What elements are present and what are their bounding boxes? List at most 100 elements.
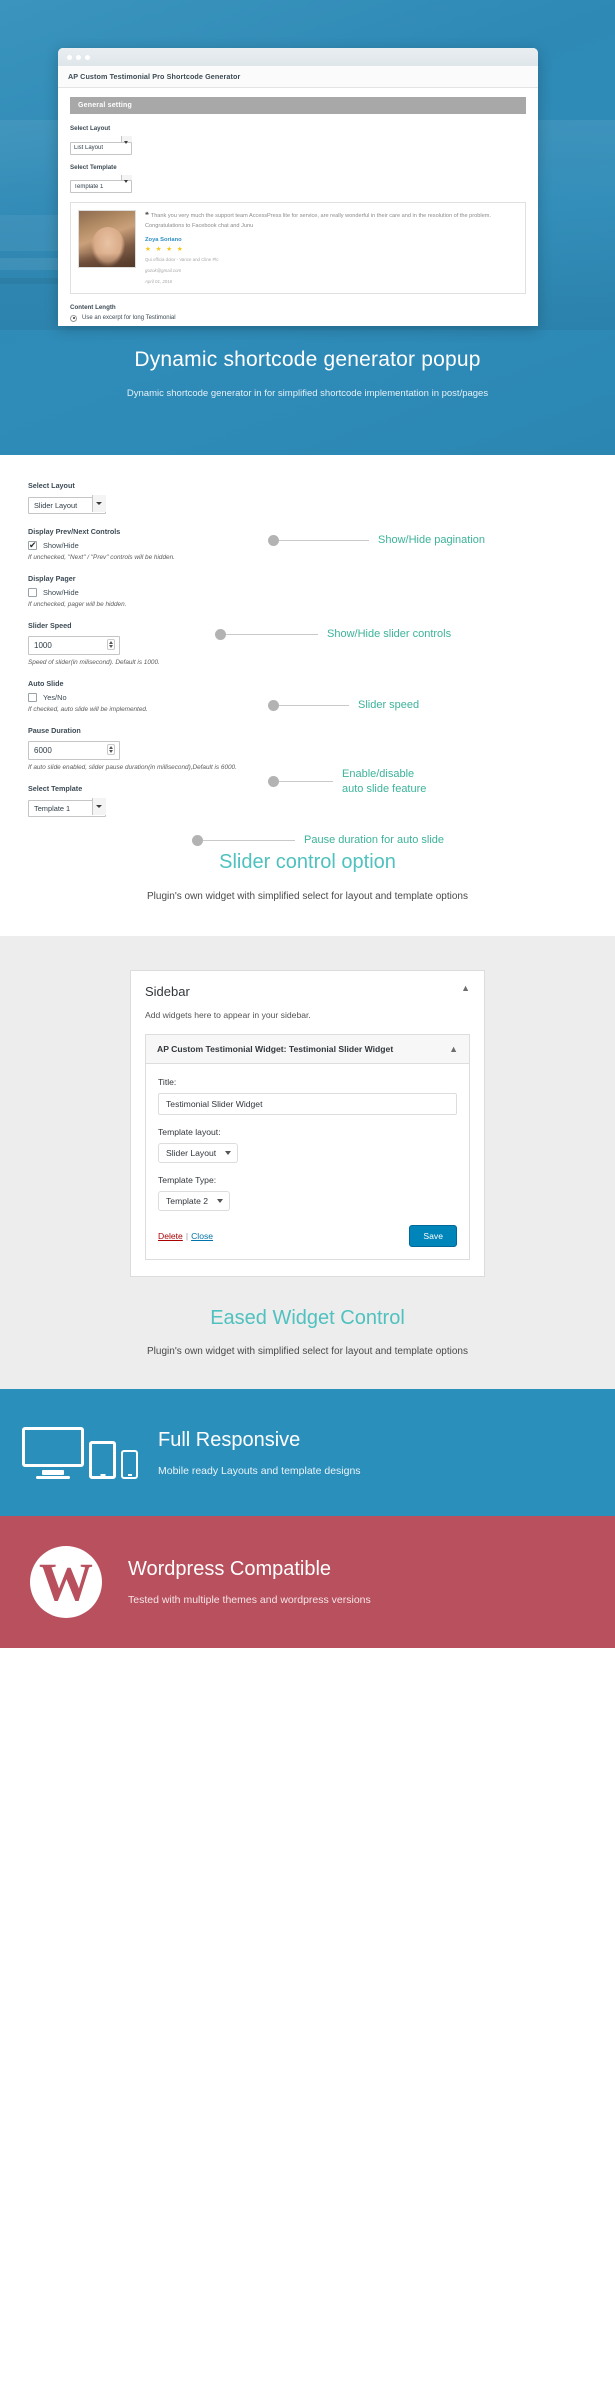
pause-duration-label: Pause Duration <box>28 726 81 735</box>
widget-section-title: Eased Widget Control <box>210 1307 405 1329</box>
select-layout-dropdown-wrap[interactable]: List Layout <box>70 136 132 164</box>
sidebar-panel-header[interactable]: Sidebar ▲ <box>145 984 470 1000</box>
prev-next-checkbox-icon[interactable] <box>28 540 37 551</box>
slider-layout-dropdown[interactable]: Slider Layout <box>28 497 106 514</box>
pager-checkbox-icon[interactable] <box>28 588 37 597</box>
callout-pause-text: Pause duration for auto slide <box>304 834 445 846</box>
widget-title-label: Title: <box>158 1077 177 1087</box>
prev-next-helper: If unchecked, "Next" / "Prev" controls w… <box>28 554 175 561</box>
slider-template-dropdown-wrap[interactable]: Template 1 <box>28 798 106 817</box>
chevron-up-icon[interactable]: ▲ <box>449 1044 458 1054</box>
template-layout-dropdown-wrap[interactable]: Slider Layout <box>158 1143 238 1163</box>
callout-controls-text: Show/Hide slider controls <box>327 628 452 640</box>
pager-checkbox-row[interactable]: Show/Hide <box>28 588 360 597</box>
widget-section-caption: Eased Widget Control Plugin's own widget… <box>0 1307 615 1389</box>
window-title: AP Custom Testimonial Pro Shortcode Gene… <box>68 72 241 81</box>
pager-checkbox-label: Show/Hide <box>43 588 79 597</box>
widget-title-input[interactable] <box>158 1093 457 1115</box>
prev-next-checkbox-label: Show/Hide <box>43 541 79 550</box>
pause-duration-stepper[interactable] <box>107 744 115 755</box>
select-template-dropdown[interactable]: Template 1 <box>70 180 132 193</box>
callout-pagination-text: Show/Hide pagination <box>378 534 486 546</box>
window-body: General setting Select Layout List Layou… <box>58 88 538 326</box>
close-link[interactable]: Close <box>191 1231 213 1241</box>
slider-speed-input-wrap[interactable] <box>28 635 120 655</box>
tablet-icon <box>89 1440 116 1479</box>
wordpress-title: Wordpress Compatible <box>128 1558 332 1580</box>
testimonial-quote: ❝ Thank you very much the support team Ac… <box>145 210 518 232</box>
slider-section-subtitle: Plugin's own widget with simplified sele… <box>147 891 468 902</box>
responsive-subtitle: Mobile ready Layouts and template design… <box>158 1464 361 1477</box>
sidebar-panel-description: Add widgets here to appear in your sideb… <box>145 1010 311 1020</box>
select-layout-dropdown[interactable]: List Layout <box>70 141 132 155</box>
callout-line <box>279 539 369 541</box>
callout-pagination: Show/Hide pagination <box>268 533 485 548</box>
auto-slide-checkbox-label: Yes/No <box>43 693 67 702</box>
testimonial-email: gozok@gmail.com <box>145 267 182 273</box>
testimonial-preview-card: ❝ Thank you very much the support team Ac… <box>70 202 526 294</box>
widget-box-footer: Delete | Close Save <box>158 1225 457 1247</box>
testimonial-author-name[interactable]: Zoya Soriano <box>145 237 518 243</box>
responsive-section: Full Responsive Mobile ready Layouts and… <box>0 1389 615 1516</box>
select-template-dropdown-wrap[interactable]: Template 1 <box>70 174 132 203</box>
hero-title: Dynamic shortcode generator popup <box>134 348 481 371</box>
slider-template-dropdown[interactable]: Template 1 <box>28 800 106 817</box>
testimonial-date: April 01, 2016 <box>145 278 173 284</box>
hero-caption: Dynamic shortcode generator popup Dynami… <box>0 348 615 401</box>
callout-knob-icon <box>268 776 279 788</box>
radio-excerpt-label: Use an excerpt for long Testimonial <box>82 315 176 322</box>
link-separator: | <box>185 1231 189 1241</box>
window-titlebar <box>58 48 538 66</box>
slider-layout-dropdown-wrap[interactable]: Slider Layout <box>28 495 106 514</box>
chevron-up-icon[interactable]: ▲ <box>461 984 470 993</box>
window-minimize-dot[interactable] <box>76 54 81 60</box>
responsive-text: Full Responsive Mobile ready Layouts and… <box>158 1429 361 1477</box>
template-type-dropdown-wrap[interactable]: Template 2 <box>158 1191 230 1211</box>
callout-knob-icon <box>215 628 226 640</box>
hero-subtitle: Dynamic shortcode generator in for simpl… <box>126 388 489 399</box>
responsive-title: Full Responsive <box>158 1428 301 1451</box>
rating-stars-icon: ★ ★ ★ ★ <box>145 246 185 254</box>
auto-slide-checkbox-icon[interactable] <box>28 693 37 702</box>
slider-select-layout-label: Select Layout <box>28 481 75 490</box>
callout-line <box>279 781 333 783</box>
select-template-label: Select Template <box>70 163 117 171</box>
callout-speed-text: Slider speed <box>358 699 420 711</box>
testimonial-avatar <box>78 210 136 268</box>
slider-options-section: Select Layout Slider Layout Display Prev… <box>0 455 615 936</box>
slider-speed-stepper[interactable] <box>107 639 115 650</box>
pause-duration-input-wrap[interactable] <box>28 740 120 760</box>
testimonial-widget-box: AP Custom Testimonial Widget: Testimonia… <box>145 1034 470 1260</box>
widget-box-header[interactable]: AP Custom Testimonial Widget: Testimonia… <box>146 1035 469 1064</box>
template-layout-dropdown[interactable]: Slider Layout <box>158 1143 238 1163</box>
slider-section-caption: Slider control option Plugin's own widge… <box>0 851 615 936</box>
callout-knob-icon <box>268 534 279 546</box>
general-setting-heading: General setting <box>70 97 526 114</box>
radio-option-excerpt[interactable]: Use an excerpt for long Testimonial <box>70 314 526 322</box>
slider-speed-helper: Speed of slider(in milisecond). Default … <box>28 659 160 666</box>
template-type-dropdown[interactable]: Template 2 <box>158 1191 230 1211</box>
content-length-label: Content Length <box>70 303 116 311</box>
auto-slide-label: Auto Slide <box>28 679 64 688</box>
wordpress-text: Wordpress Compatible Tested with multipl… <box>128 1558 371 1606</box>
devices-icon <box>22 1426 138 1479</box>
window-maximize-dot[interactable] <box>85 54 90 60</box>
callout-pause: Pause duration for auto slide <box>192 833 444 848</box>
save-button[interactable]: Save <box>409 1225 457 1247</box>
callout-knob-icon <box>268 699 279 711</box>
shortcode-generator-window: AP Custom Testimonial Pro Shortcode Gene… <box>58 48 538 326</box>
slider-section-title: Slider control option <box>219 851 396 873</box>
callout-line <box>279 704 349 706</box>
radio-excerpt-icon[interactable] <box>70 314 77 322</box>
delete-link[interactable]: Delete <box>158 1231 183 1241</box>
window-close-dot[interactable] <box>67 54 72 60</box>
callout-auto-slide-text: Enable/disable auto slide feature <box>342 768 427 795</box>
quote-icon: ❝ <box>145 212 149 219</box>
wordpress-subtitle: Tested with multiple themes and wordpres… <box>128 1594 371 1606</box>
hero-section: AP Custom Testimonial Pro Shortcode Gene… <box>0 0 615 455</box>
